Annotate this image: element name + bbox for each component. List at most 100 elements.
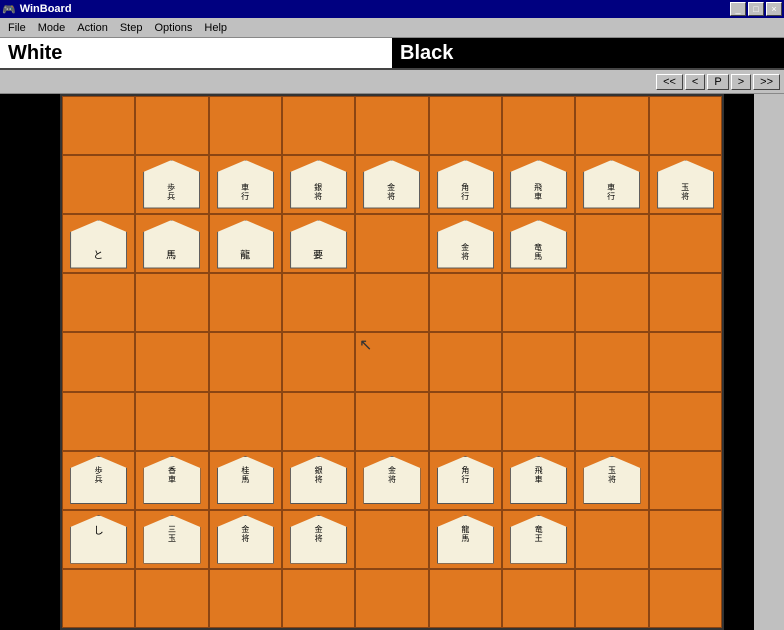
cell-7-2[interactable]: 金 将 bbox=[209, 510, 282, 569]
cell-4-1[interactable] bbox=[135, 332, 208, 391]
menu-action[interactable]: Action bbox=[71, 20, 114, 36]
cell-4-2[interactable] bbox=[209, 332, 282, 391]
cell-6-1[interactable]: 香 車 bbox=[135, 451, 208, 510]
cell-1-4[interactable]: 金 将 bbox=[355, 155, 428, 214]
cell-6-0[interactable]: 歩 兵 bbox=[62, 451, 135, 510]
cell-0-4[interactable] bbox=[355, 96, 428, 155]
cell-4-5[interactable] bbox=[429, 332, 502, 391]
cell-4-8[interactable] bbox=[649, 332, 722, 391]
cell-0-8[interactable] bbox=[649, 96, 722, 155]
cell-0-2[interactable] bbox=[209, 96, 282, 155]
cell-3-0[interactable] bbox=[62, 273, 135, 332]
nav-next-button[interactable]: > bbox=[731, 74, 751, 90]
cell-4-4[interactable] bbox=[355, 332, 428, 391]
piece-6-5[interactable]: 角 行 bbox=[437, 456, 494, 505]
piece-7-6[interactable]: 竜 王 bbox=[510, 515, 567, 564]
cell-3-6[interactable] bbox=[502, 273, 575, 332]
cell-0-0[interactable] bbox=[62, 96, 135, 155]
piece-2-0[interactable]: と bbox=[70, 220, 127, 269]
cell-2-3[interactable]: 要 bbox=[282, 214, 355, 273]
cell-4-0[interactable] bbox=[62, 332, 135, 391]
cell-3-3[interactable] bbox=[282, 273, 355, 332]
cell-2-7[interactable] bbox=[575, 214, 648, 273]
cell-7-8[interactable] bbox=[649, 510, 722, 569]
cell-8-4[interactable] bbox=[355, 569, 428, 628]
piece-7-5[interactable]: 龍 馬 bbox=[437, 515, 494, 564]
cell-8-3[interactable] bbox=[282, 569, 355, 628]
cell-5-1[interactable] bbox=[135, 392, 208, 451]
piece-6-3[interactable]: 銀 将 bbox=[290, 456, 347, 505]
cell-6-5[interactable]: 角 行 bbox=[429, 451, 502, 510]
cell-5-6[interactable] bbox=[502, 392, 575, 451]
cell-6-7[interactable]: 玉 将 bbox=[575, 451, 648, 510]
cell-6-3[interactable]: 銀 将 bbox=[282, 451, 355, 510]
minimize-button[interactable]: _ bbox=[730, 2, 746, 16]
cell-2-4[interactable] bbox=[355, 214, 428, 273]
cell-2-6[interactable]: 竜 馬 bbox=[502, 214, 575, 273]
nav-last-button[interactable]: >> bbox=[753, 74, 780, 90]
piece-1-6[interactable]: 飛 車 bbox=[510, 160, 567, 209]
cell-8-2[interactable] bbox=[209, 569, 282, 628]
cell-2-5[interactable]: 金 将 bbox=[429, 214, 502, 273]
piece-6-6[interactable]: 飛 車 bbox=[510, 456, 567, 505]
close-button[interactable]: × bbox=[766, 2, 782, 16]
cell-6-2[interactable]: 桂 馬 bbox=[209, 451, 282, 510]
nav-prev-button[interactable]: < bbox=[685, 74, 705, 90]
cell-5-2[interactable] bbox=[209, 392, 282, 451]
cell-1-5[interactable]: 角 行 bbox=[429, 155, 502, 214]
piece-2-6[interactable]: 竜 馬 bbox=[510, 220, 567, 269]
piece-2-2[interactable]: 龍 bbox=[217, 220, 274, 269]
cell-2-1[interactable]: 馬 bbox=[135, 214, 208, 273]
cell-0-7[interactable] bbox=[575, 96, 648, 155]
shogi-board[interactable]: 歩 兵車 行銀 将金 将角 行飛 車車 行玉 将と馬龍要金 将竜 馬歩 兵香 車… bbox=[60, 94, 724, 630]
cell-6-6[interactable]: 飛 車 bbox=[502, 451, 575, 510]
nav-first-button[interactable]: << bbox=[656, 74, 683, 90]
piece-6-7[interactable]: 玉 将 bbox=[583, 456, 640, 505]
cell-5-4[interactable] bbox=[355, 392, 428, 451]
cell-7-5[interactable]: 龍 馬 bbox=[429, 510, 502, 569]
menu-step[interactable]: Step bbox=[114, 20, 149, 36]
piece-6-2[interactable]: 桂 馬 bbox=[217, 456, 274, 505]
cell-5-5[interactable] bbox=[429, 392, 502, 451]
cell-4-3[interactable] bbox=[282, 332, 355, 391]
cell-3-8[interactable] bbox=[649, 273, 722, 332]
cell-1-6[interactable]: 飛 車 bbox=[502, 155, 575, 214]
piece-1-5[interactable]: 角 行 bbox=[437, 160, 494, 209]
cell-5-7[interactable] bbox=[575, 392, 648, 451]
cell-7-3[interactable]: 金 将 bbox=[282, 510, 355, 569]
nav-pause-button[interactable]: P bbox=[707, 74, 728, 90]
cell-3-1[interactable] bbox=[135, 273, 208, 332]
cell-7-7[interactable] bbox=[575, 510, 648, 569]
cell-2-8[interactable] bbox=[649, 214, 722, 273]
piece-2-3[interactable]: 要 bbox=[290, 220, 347, 269]
cell-8-7[interactable] bbox=[575, 569, 648, 628]
cell-0-1[interactable] bbox=[135, 96, 208, 155]
piece-6-1[interactable]: 香 車 bbox=[143, 456, 200, 505]
piece-6-0[interactable]: 歩 兵 bbox=[70, 456, 127, 505]
cell-6-4[interactable]: 金 将 bbox=[355, 451, 428, 510]
cell-8-1[interactable] bbox=[135, 569, 208, 628]
cell-1-7[interactable]: 車 行 bbox=[575, 155, 648, 214]
piece-2-5[interactable]: 金 将 bbox=[437, 220, 494, 269]
cell-3-4[interactable] bbox=[355, 273, 428, 332]
piece-2-1[interactable]: 馬 bbox=[143, 220, 200, 269]
cell-6-8[interactable] bbox=[649, 451, 722, 510]
piece-7-3[interactable]: 金 将 bbox=[290, 515, 347, 564]
menu-file[interactable]: File bbox=[2, 20, 32, 36]
menu-help[interactable]: Help bbox=[198, 20, 233, 36]
piece-1-7[interactable]: 車 行 bbox=[583, 160, 640, 209]
cell-4-7[interactable] bbox=[575, 332, 648, 391]
piece-1-1[interactable]: 歩 兵 bbox=[143, 160, 200, 209]
cell-1-8[interactable]: 玉 将 bbox=[649, 155, 722, 214]
cell-7-4[interactable] bbox=[355, 510, 428, 569]
piece-1-2[interactable]: 車 行 bbox=[217, 160, 274, 209]
cell-7-1[interactable]: 三 玉 bbox=[135, 510, 208, 569]
cell-8-6[interactable] bbox=[502, 569, 575, 628]
cell-7-0[interactable]: し bbox=[62, 510, 135, 569]
cell-2-2[interactable]: 龍 bbox=[209, 214, 282, 273]
cell-8-0[interactable] bbox=[62, 569, 135, 628]
cell-0-6[interactable] bbox=[502, 96, 575, 155]
piece-7-2[interactable]: 金 将 bbox=[217, 515, 274, 564]
piece-7-1[interactable]: 三 玉 bbox=[143, 515, 200, 564]
cell-1-1[interactable]: 歩 兵 bbox=[135, 155, 208, 214]
